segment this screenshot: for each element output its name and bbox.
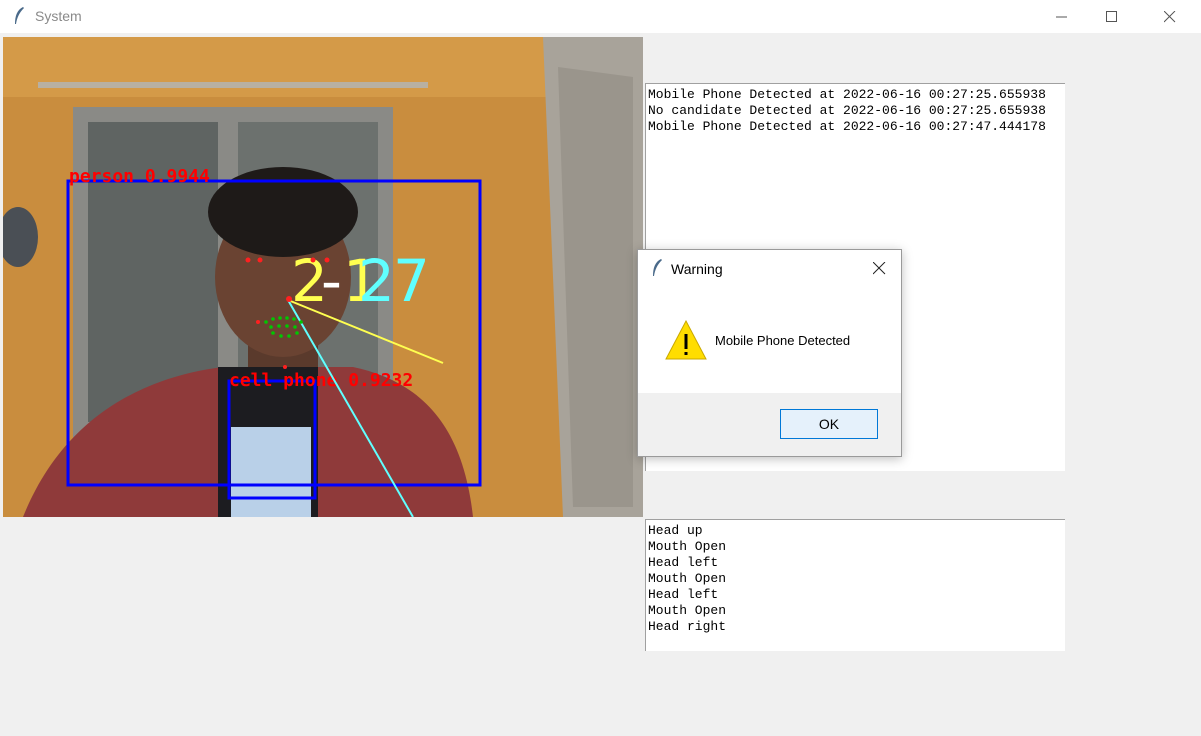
dialog-message: Mobile Phone Detected: [715, 333, 851, 348]
warning-icon: [665, 320, 707, 360]
warning-dialog: Warning Mobile Phone Detected OK: [637, 249, 902, 457]
pose-line: Mouth Open: [648, 539, 727, 554]
person-label: person 0.9944: [69, 166, 210, 187]
maximize-button[interactable]: [1089, 0, 1135, 33]
pose-line: Head up: [648, 523, 703, 538]
svg-text:2: 2: [358, 247, 395, 315]
pose-line: Head left: [648, 587, 719, 602]
log-line: No candidate Detected at 2022-06-16 00:2…: [648, 103, 1046, 118]
minimize-icon: [1056, 16, 1067, 17]
camera-feed: person 0.9944 cell phone 0.9232 2 - 1 2 …: [3, 37, 643, 517]
dialog-title: Warning: [671, 261, 723, 277]
svg-text:-: -: [321, 247, 342, 315]
pose-line: Head left: [648, 555, 719, 570]
pose-line: Mouth Open: [648, 571, 727, 586]
pose-angle-overlay: 2 - 1 2 7: [291, 247, 430, 315]
maximize-icon: [1106, 10, 1117, 22]
dialog-close-button[interactable]: [865, 256, 893, 280]
close-icon: [1164, 10, 1176, 22]
ok-button[interactable]: OK: [780, 409, 878, 439]
app-feather-icon: [15, 7, 24, 24]
minimize-button[interactable]: [1039, 0, 1085, 33]
dialog-footer: OK: [638, 393, 901, 456]
pose-line: Head right: [648, 619, 727, 634]
close-icon: [872, 261, 885, 274]
close-button[interactable]: [1147, 0, 1193, 33]
log-line: Mobile Phone Detected at 2022-06-16 00:2…: [648, 87, 1046, 102]
phone-label: cell phone 0.9232: [229, 370, 413, 391]
log-line: Mobile Phone Detected at 2022-06-16 00:2…: [648, 119, 1046, 134]
pose-line: Mouth Open: [648, 603, 727, 618]
svg-text:7: 7: [393, 247, 430, 315]
dialog-feather-icon: [653, 259, 662, 276]
window-title: System: [35, 8, 82, 24]
title-bar: System: [0, 0, 1201, 33]
pose-log[interactable]: Head up Mouth Open Head left Mouth Open …: [645, 519, 1065, 651]
